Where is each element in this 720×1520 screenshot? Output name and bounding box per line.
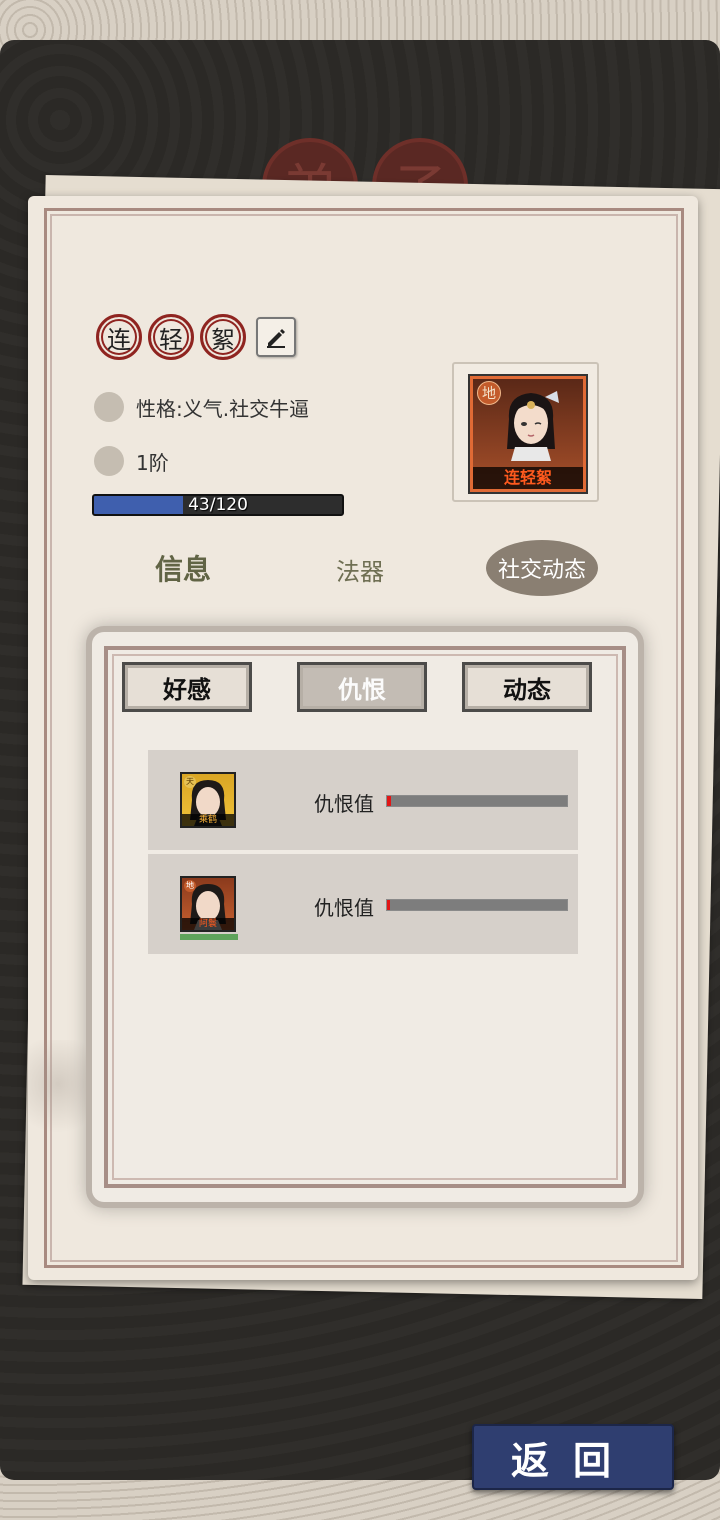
rank-text: 1阶 [136, 450, 169, 475]
hatred-bar-fill [387, 796, 391, 806]
personality-icon [94, 392, 124, 422]
avatar-name: 阿鬟 [182, 918, 234, 930]
subtab-favor[interactable]: 好感 [122, 662, 252, 712]
rank-icon [94, 446, 124, 476]
list-item[interactable]: 天 乘鹤 仇恨值 [148, 750, 578, 850]
subtab-hatred[interactable]: 仇恨 [297, 662, 427, 712]
pencil-icon [267, 329, 285, 348]
exp-bar: 43/120 [92, 494, 344, 516]
hatred-bar [386, 899, 568, 911]
tab-social[interactable]: 社交动态 [486, 540, 598, 596]
edit-name-button[interactable] [256, 317, 296, 357]
avatar-hp-strip [180, 934, 238, 940]
avatar[interactable]: 天 乘鹤 [180, 772, 236, 828]
personality-line: 性格:义气.社交牛逼 [94, 392, 309, 422]
rank-line: 1阶 [94, 446, 169, 476]
hatred-label: 仇恨值 [314, 792, 374, 816]
name-char-3: 絮 [200, 314, 246, 360]
tab-artifact[interactable]: 法器 [336, 552, 384, 587]
portrait-card[interactable]: 地 连轻絮 [452, 362, 599, 502]
personality-text: 性格:义气.社交牛逼 [136, 396, 310, 421]
name-char-1: 连 [96, 314, 142, 360]
avatar[interactable]: 地 阿鬟 [180, 876, 236, 932]
return-button[interactable]: 返回 [472, 1424, 674, 1490]
list-item[interactable]: 地 阿鬟 仇恨值 [148, 854, 578, 954]
hatred-bar-fill [387, 900, 390, 910]
portrait-grade-badge: 地 [477, 381, 501, 405]
subtab-dynamics[interactable]: 动态 [462, 662, 592, 712]
hatred-label: 仇恨值 [314, 896, 374, 920]
avatar-name: 乘鹤 [182, 814, 234, 826]
tab-info[interactable]: 信息 [155, 548, 211, 588]
avatar-grade-badge: 天 [184, 776, 196, 788]
disciple-name: 连 轻 絮 [96, 314, 296, 360]
exp-text: 43/120 [188, 495, 248, 515]
hatred-bar [386, 795, 568, 807]
name-char-2: 轻 [148, 314, 194, 360]
avatar-grade-badge: 地 [184, 880, 196, 892]
character-portrait-icon [507, 391, 559, 461]
portrait-name: 连轻絮 [473, 467, 583, 489]
portrait-image: 地 连轻絮 [468, 374, 588, 494]
